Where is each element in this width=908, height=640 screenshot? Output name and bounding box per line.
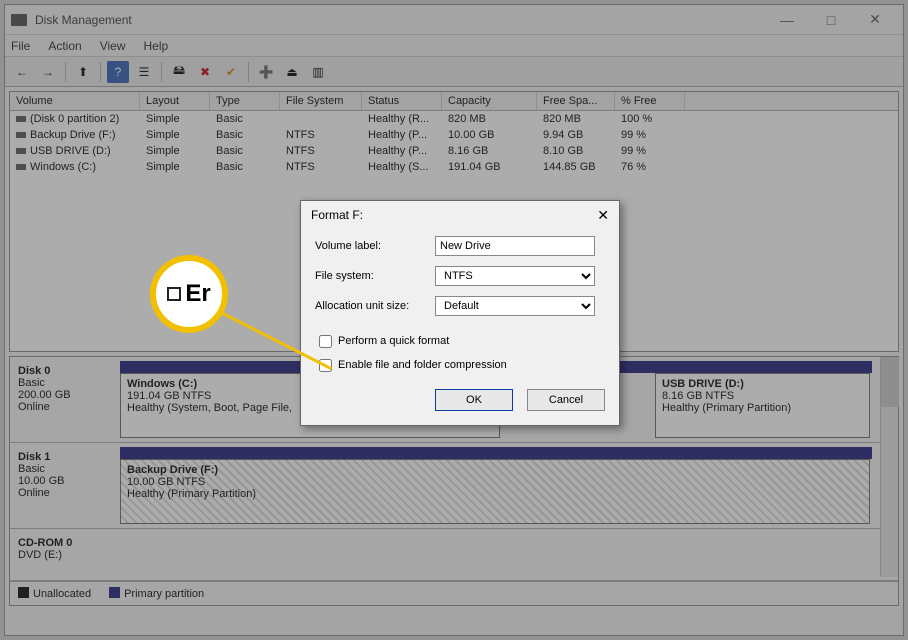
minimize-button[interactable]: — (765, 6, 809, 34)
back-icon[interactable]: ← (11, 61, 33, 83)
col-freespace[interactable]: Free Spa... (537, 92, 615, 110)
volume-icon (16, 148, 26, 154)
table-row[interactable]: Windows (C:) Simple Basic NTFS Healthy (… (10, 159, 898, 175)
new-icon[interactable]: ➕ (255, 61, 277, 83)
enable-compression-label: Enable file and folder compression (338, 359, 507, 371)
legend: Unallocated Primary partition (10, 581, 898, 605)
partition-header-bar (120, 447, 872, 459)
col-capacity[interactable]: Capacity (442, 92, 537, 110)
format-dialog: Format F: ✕ Volume label: File system: N… (300, 200, 620, 426)
help-icon[interactable]: ? (107, 61, 129, 83)
allocation-unit-label: Allocation unit size: (315, 300, 435, 312)
legend-unallocated: Unallocated (18, 587, 91, 600)
table-row[interactable]: USB DRIVE (D:) Simple Basic NTFS Healthy… (10, 143, 898, 159)
disk-label-block[interactable]: CD-ROM 0 DVD (E:) (14, 533, 114, 576)
disk-label-block[interactable]: Disk 1 Basic 10.00 GB Online (14, 447, 114, 524)
ok-button[interactable]: OK (435, 389, 513, 411)
delete-icon[interactable]: ✖ (194, 61, 216, 83)
check-icon[interactable]: ✔ (220, 61, 242, 83)
toolbar: ← → ⬆ ? ☰ 🖴 ✖ ✔ ➕ ⏏ ▥ (5, 57, 903, 87)
toolbar-sep (161, 62, 162, 82)
allocation-unit-select[interactable]: Default (435, 296, 595, 316)
volume-table-header: Volume Layout Type File System Status Ca… (10, 92, 898, 111)
callout-highlight: Er (150, 255, 228, 333)
volume-icon (16, 132, 26, 138)
app-icon (11, 14, 27, 26)
maximize-button[interactable]: □ (809, 6, 853, 34)
toolbar-sep (65, 62, 66, 82)
title-bar: Disk Management — □ ✕ (5, 5, 903, 35)
col-filesystem[interactable]: File System (280, 92, 362, 110)
forward-icon[interactable]: → (37, 61, 59, 83)
scrollbar-thumb[interactable] (881, 357, 899, 407)
col-pctfree[interactable]: % Free (615, 92, 685, 110)
disk-row: CD-ROM 0 DVD (E:) (10, 529, 898, 581)
menu-action[interactable]: Action (48, 39, 81, 53)
legend-primary: Primary partition (109, 587, 204, 600)
menu-view[interactable]: View (100, 39, 126, 53)
volume-label-input[interactable] (435, 236, 595, 256)
menu-help[interactable]: Help (144, 39, 169, 53)
quick-format-label: Perform a quick format (338, 335, 449, 347)
table-row[interactable]: (Disk 0 partition 2) Simple Basic Health… (10, 111, 898, 127)
toolbar-sep (100, 62, 101, 82)
dialog-title: Format F: (311, 208, 363, 222)
eject-icon[interactable]: ⏏ (281, 61, 303, 83)
cancel-button[interactable]: Cancel (527, 389, 605, 411)
menu-file[interactable]: File (11, 39, 30, 53)
col-type[interactable]: Type (210, 92, 280, 110)
volume-icon (16, 164, 26, 170)
partition-backup-f[interactable]: Backup Drive (F:) 10.00 GB NTFS Healthy … (120, 459, 870, 524)
callout-text: Er (185, 280, 210, 308)
filesystem-label: File system: (315, 270, 435, 282)
connect-icon[interactable]: 🖴 (168, 61, 190, 83)
filesystem-select[interactable]: NTFS (435, 266, 595, 286)
menu-bar: File Action View Help (5, 35, 903, 57)
up-icon[interactable]: ⬆ (72, 61, 94, 83)
callout-checkbox-icon (167, 287, 181, 301)
window-title: Disk Management (35, 13, 132, 27)
more-icon[interactable]: ▥ (307, 61, 329, 83)
vertical-scrollbar[interactable] (880, 357, 898, 577)
dialog-close-button[interactable]: ✕ (597, 207, 609, 224)
col-status[interactable]: Status (362, 92, 442, 110)
properties-icon[interactable]: ☰ (133, 61, 155, 83)
close-button[interactable]: ✕ (853, 6, 897, 34)
table-row[interactable]: Backup Drive (F:) Simple Basic NTFS Heal… (10, 127, 898, 143)
toolbar-sep (248, 62, 249, 82)
col-volume[interactable]: Volume (10, 92, 140, 110)
col-layout[interactable]: Layout (140, 92, 210, 110)
partition-usb-d[interactable]: USB DRIVE (D:) 8.16 GB NTFS Healthy (Pri… (655, 373, 870, 438)
disk-row: Disk 1 Basic 10.00 GB Online Backup Driv… (10, 443, 898, 529)
volume-icon (16, 116, 26, 122)
volume-label-label: Volume label: (315, 240, 435, 252)
dialog-title-bar: Format F: ✕ (301, 201, 619, 229)
quick-format-checkbox[interactable] (319, 335, 332, 348)
disk-label-block[interactable]: Disk 0 Basic 200.00 GB Online (14, 361, 114, 438)
